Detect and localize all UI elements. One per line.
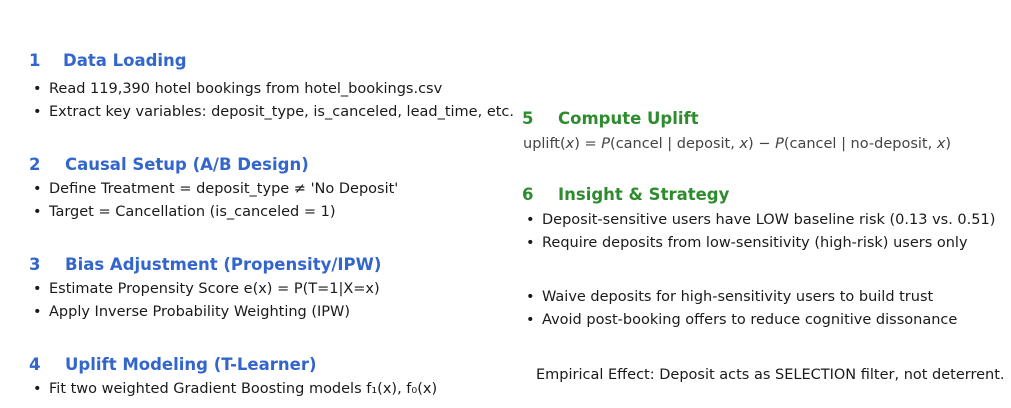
section-1-bullet-1: • Read 119,390 hotel bookings from hotel_…	[33, 80, 442, 98]
section-1-bullet-2: • Extract key variables: deposit_type, is…	[33, 103, 514, 121]
bullet-dot: •	[33, 381, 42, 397]
section-6-title: Insight & Strategy	[558, 185, 730, 204]
section-4-title: Uplift Modeling (T-Learner)	[65, 355, 317, 374]
formula-part: (cancel | no-deposit,	[783, 136, 937, 152]
bullet-dot: •	[33, 304, 42, 320]
bullet-dot: •	[526, 312, 535, 328]
section-3-title: Bias Adjustment (Propensity/IPW)	[65, 255, 382, 274]
formula-part: ) =	[574, 136, 602, 152]
bullet-text: Avoid post-booking offers to reduce cogn…	[542, 312, 958, 328]
section-5-heading: 5 Compute Uplift	[522, 109, 699, 129]
section-1-number: 1	[29, 51, 41, 70]
bullet-text: Fit two weighted Gradient Boosting model…	[49, 381, 438, 397]
bullet-dot: •	[526, 289, 535, 305]
section-2-title: Causal Setup (A/B Design)	[65, 155, 309, 174]
section-4-heading: 4 Uplift Modeling (T-Learner)	[29, 355, 317, 375]
section-4-number: 4	[29, 355, 41, 374]
bullet-text: Estimate Propensity Score e(x) = P(T=1|X…	[49, 281, 380, 297]
bullet-dot: •	[33, 181, 42, 197]
section-3-number: 3	[29, 255, 41, 274]
bullet-dot: •	[33, 81, 42, 97]
section-5-title: Compute Uplift	[558, 109, 699, 128]
bullet-text: Define Treatment = deposit_type ≠ 'No De…	[49, 181, 399, 197]
bullet-dot: •	[33, 204, 42, 220]
section-6-bullet-3: • Waive deposits for high-sensitivity use…	[526, 288, 933, 306]
bullet-text: Apply Inverse Probability Weighting (IPW…	[49, 304, 351, 320]
section-2-bullet-2: • Target = Cancellation (is_canceled = 1)	[33, 203, 335, 221]
section-6-number: 6	[522, 185, 534, 204]
section-1-title: Data Loading	[63, 51, 187, 70]
bullet-text: Deposit-sensitive users have LOW baselin…	[542, 212, 996, 228]
section-4-bullet-1: • Fit two weighted Gradient Boosting mode…	[33, 380, 437, 398]
formula-part: uplift(	[523, 136, 566, 152]
section-3-heading: 3 Bias Adjustment (Propensity/IPW)	[29, 255, 381, 275]
bullet-dot: •	[526, 235, 535, 251]
section-3-bullet-2: • Apply Inverse Probability Weighting (IP…	[33, 303, 350, 321]
bullet-text: Waive deposits for high-sensitivity user…	[542, 289, 934, 305]
bullet-text: Target = Cancellation (is_canceled = 1)	[49, 204, 336, 220]
section-2-number: 2	[29, 155, 41, 174]
section-2-heading: 2 Causal Setup (A/B Design)	[29, 155, 309, 175]
section-5-number: 5	[522, 109, 534, 128]
section-6-bullet-4: • Avoid post-booking offers to reduce cog…	[526, 311, 957, 329]
empirical-effect-note: Empirical Effect: Deposit acts as SELECT…	[536, 367, 1005, 383]
section-1-heading: 1 Data Loading	[29, 51, 187, 71]
section-6-bullet-1: • Deposit-sensitive users have LOW baseli…	[526, 211, 995, 229]
formula-part: )	[945, 136, 952, 152]
bullet-dot: •	[526, 212, 535, 228]
section-2-bullet-1: • Define Treatment = deposit_type ≠ 'No D…	[33, 180, 398, 198]
formula-var: P	[601, 136, 611, 152]
section-6-bullet-2: • Require deposits from low-sensitivity (…	[526, 234, 968, 252]
section-3-bullet-1: • Estimate Propensity Score e(x) = P(T=1|…	[33, 280, 380, 298]
workflow-diagram: 1 Data Loading • Read 119,390 hotel bookin…	[0, 0, 1011, 408]
formula-var: x	[565, 136, 575, 152]
uplift-formula: uplift(x) = P(cancel | deposit, x) − P(c…	[523, 135, 951, 153]
bullet-dot: •	[33, 104, 42, 120]
bullet-dot: •	[33, 281, 42, 297]
formula-part: ) −	[748, 136, 776, 152]
bullet-text: Require deposits from low-sensitivity (h…	[542, 235, 968, 251]
bullet-text: Extract key variables: deposit_type, is_…	[49, 104, 515, 120]
formula-part: (cancel | deposit,	[610, 136, 740, 152]
bullet-text: Read 119,390 hotel bookings from hotel_b…	[49, 81, 443, 97]
formula-var: x	[739, 136, 749, 152]
formula-var: P	[775, 136, 784, 152]
section-6-heading: 6 Insight & Strategy	[522, 185, 729, 205]
